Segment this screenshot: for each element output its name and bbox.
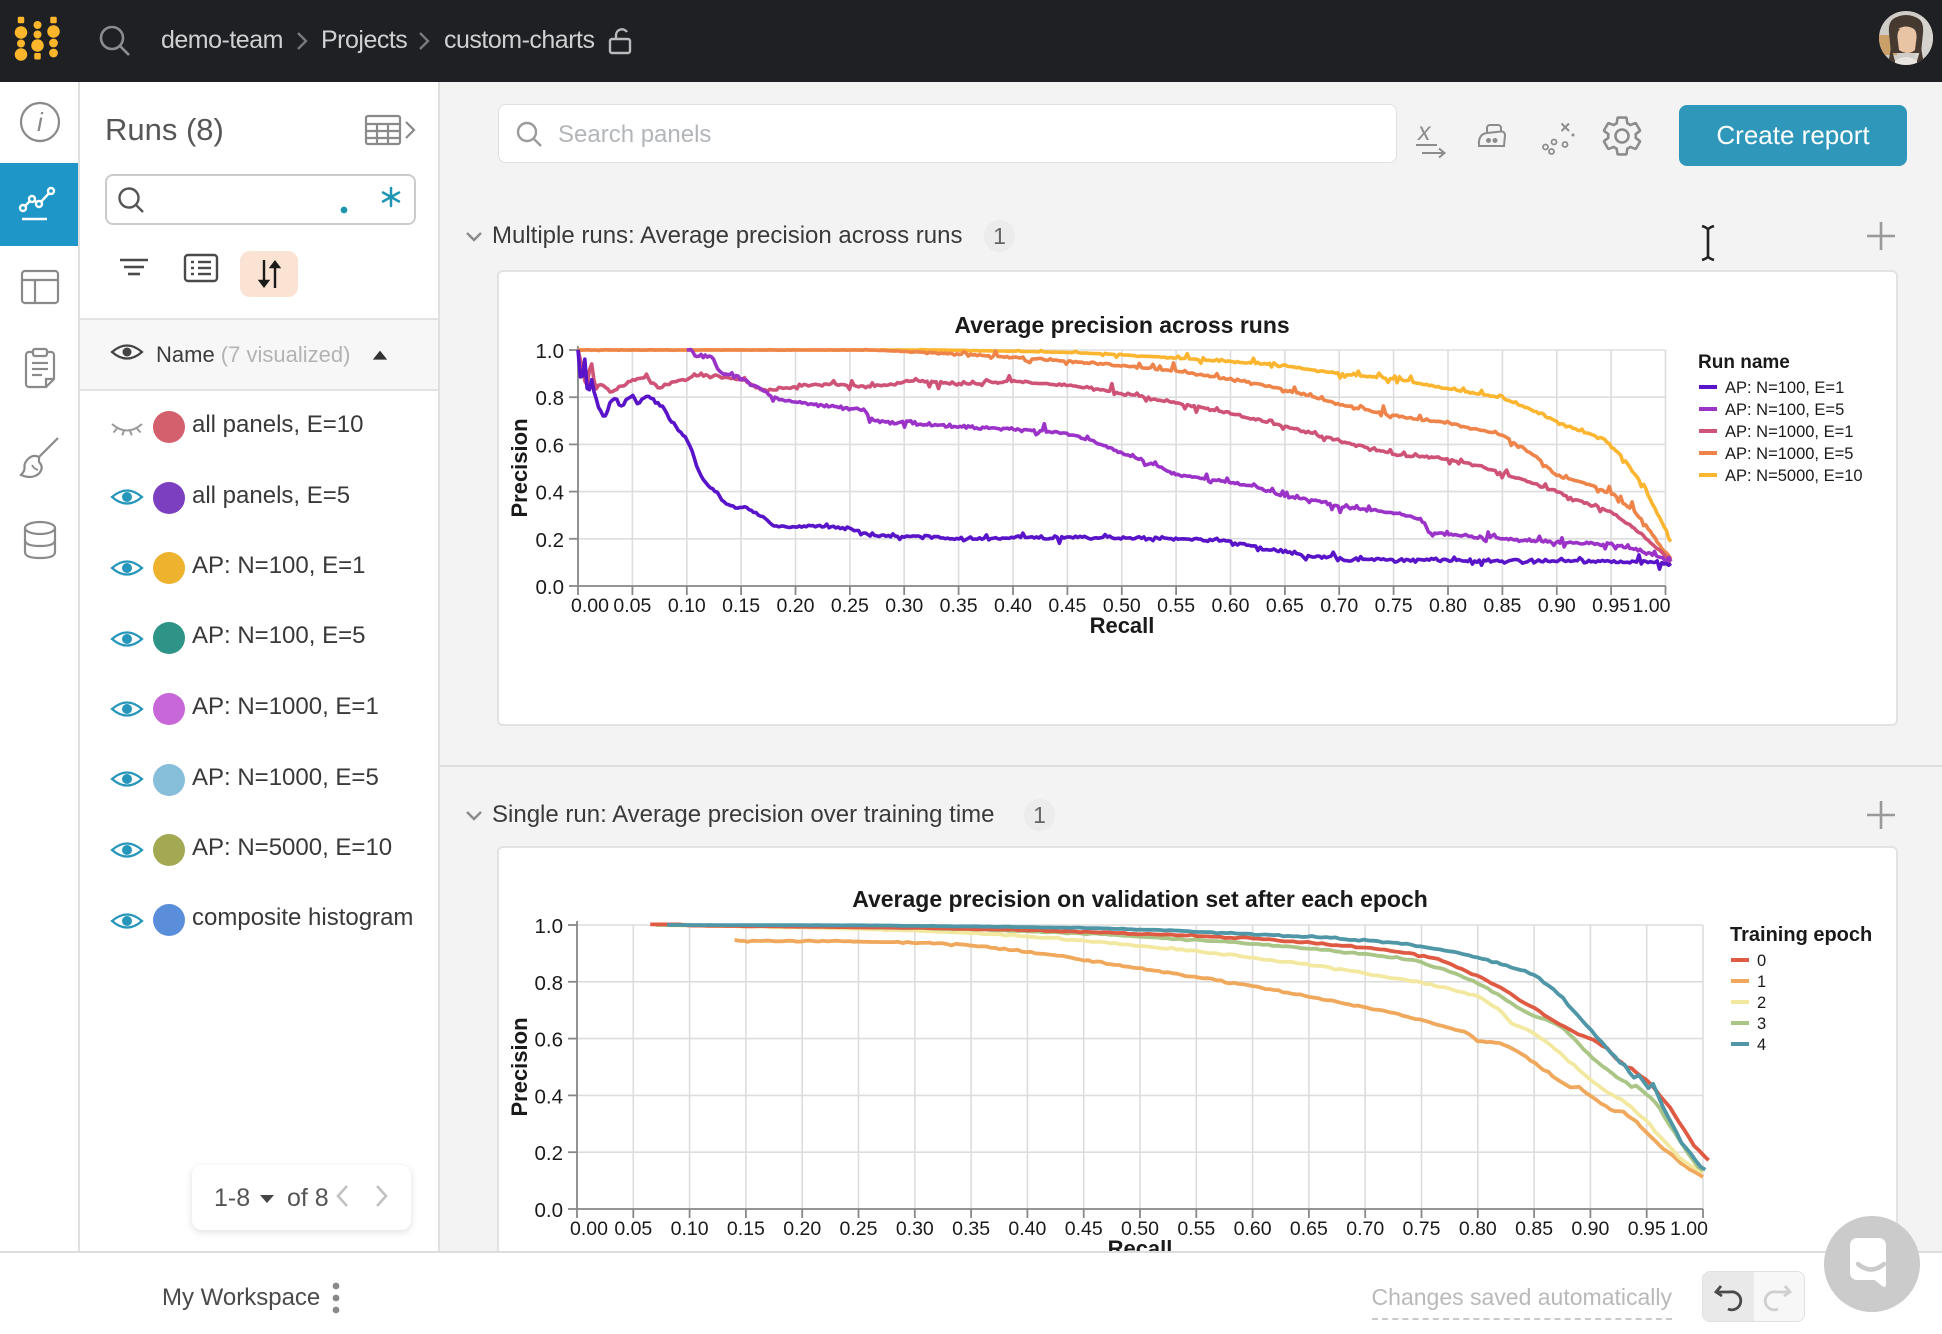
svg-text:4: 4	[1757, 1036, 1766, 1054]
svg-text:0.65: 0.65	[1290, 1218, 1328, 1240]
svg-text:1.00: 1.00	[1670, 1218, 1708, 1240]
svg-text:0.4: 0.4	[536, 482, 565, 505]
svg-text:0.00: 0.00	[570, 1218, 608, 1240]
svg-text:AP: N=1000, E=5: AP: N=1000, E=5	[1725, 445, 1853, 463]
svg-text:0.40: 0.40	[994, 595, 1032, 617]
svg-text:0.60: 0.60	[1234, 1218, 1272, 1240]
svg-text:AP: N=1000, E=1: AP: N=1000, E=1	[1725, 423, 1853, 441]
svg-text:AP: N=100, E=5: AP: N=100, E=5	[1725, 401, 1844, 419]
svg-text:0: 0	[1757, 952, 1766, 970]
svg-text:0.55: 0.55	[1157, 595, 1195, 617]
svg-text:3: 3	[1757, 1015, 1766, 1033]
svg-text:0.85: 0.85	[1515, 1218, 1553, 1240]
svg-text:0.60: 0.60	[1212, 595, 1250, 617]
svg-text:0.05: 0.05	[614, 1218, 652, 1240]
svg-text:0.75: 0.75	[1403, 1218, 1441, 1240]
svg-text:Recall: Recall	[1090, 613, 1155, 638]
svg-text:0.30: 0.30	[896, 1218, 934, 1240]
svg-text:i: i	[37, 107, 44, 137]
svg-text:Average precision across runs: Average precision across runs	[954, 312, 1289, 338]
svg-text:0.8: 0.8	[536, 387, 565, 410]
svg-text:0.45: 0.45	[1048, 595, 1086, 617]
svg-text:2: 2	[1757, 994, 1766, 1012]
svg-text:0.15: 0.15	[722, 595, 760, 617]
svg-text:0.85: 0.85	[1483, 595, 1521, 617]
svg-text:Precision: Precision	[507, 1017, 532, 1116]
svg-text:0.4: 0.4	[535, 1085, 564, 1108]
svg-text:0.25: 0.25	[840, 1218, 878, 1240]
svg-text:0.30: 0.30	[885, 595, 923, 617]
svg-text:0.45: 0.45	[1065, 1218, 1103, 1240]
svg-text:0.95: 0.95	[1628, 1218, 1666, 1240]
svg-text:0.00: 0.00	[571, 595, 609, 617]
svg-text:0.40: 0.40	[1008, 1218, 1046, 1240]
svg-text:0.2: 0.2	[536, 529, 565, 552]
svg-text:0.20: 0.20	[777, 595, 815, 617]
svg-text:AP: N=100, E=1: AP: N=100, E=1	[1725, 379, 1844, 397]
svg-text:Precision: Precision	[507, 418, 532, 517]
svg-text:Recall: Recall	[1108, 1236, 1173, 1251]
svg-text:0.6: 0.6	[536, 434, 565, 457]
svg-text:0.15: 0.15	[727, 1218, 765, 1240]
svg-text:0.90: 0.90	[1571, 1218, 1609, 1240]
svg-text:Run name: Run name	[1698, 352, 1790, 373]
svg-text:0.75: 0.75	[1375, 595, 1413, 617]
svg-text:0.35: 0.35	[940, 595, 978, 617]
svg-text:0.2: 0.2	[535, 1142, 564, 1165]
svg-text:0.70: 0.70	[1346, 1218, 1384, 1240]
svg-text:0.25: 0.25	[831, 595, 869, 617]
svg-text:0.05: 0.05	[613, 595, 651, 617]
svg-text:0.80: 0.80	[1459, 1218, 1497, 1240]
svg-text:Training epoch: Training epoch	[1730, 924, 1872, 946]
svg-text:0.20: 0.20	[783, 1218, 821, 1240]
svg-text:1.0: 1.0	[536, 340, 565, 363]
svg-text:0.95: 0.95	[1592, 595, 1630, 617]
svg-text:0.65: 0.65	[1266, 595, 1304, 617]
svg-text:0.10: 0.10	[671, 1218, 709, 1240]
svg-text:Average precision on validatio: Average precision on validation set afte…	[852, 886, 1428, 912]
svg-text:0.10: 0.10	[668, 595, 706, 617]
svg-text:AP: N=5000, E=10: AP: N=5000, E=10	[1725, 467, 1863, 485]
svg-text:0.0: 0.0	[536, 576, 565, 599]
svg-text:1.0: 1.0	[535, 915, 564, 938]
svg-text:0.8: 0.8	[535, 972, 564, 995]
svg-text:0.0: 0.0	[535, 1199, 564, 1222]
svg-text:0.55: 0.55	[1177, 1218, 1215, 1240]
svg-text:0.70: 0.70	[1320, 595, 1358, 617]
svg-text:0.35: 0.35	[952, 1218, 990, 1240]
svg-text:0.90: 0.90	[1538, 595, 1576, 617]
svg-text:1.00: 1.00	[1633, 595, 1671, 617]
svg-text:0.6: 0.6	[535, 1029, 564, 1052]
svg-text:0.80: 0.80	[1429, 595, 1467, 617]
svg-text:1: 1	[1757, 973, 1766, 991]
